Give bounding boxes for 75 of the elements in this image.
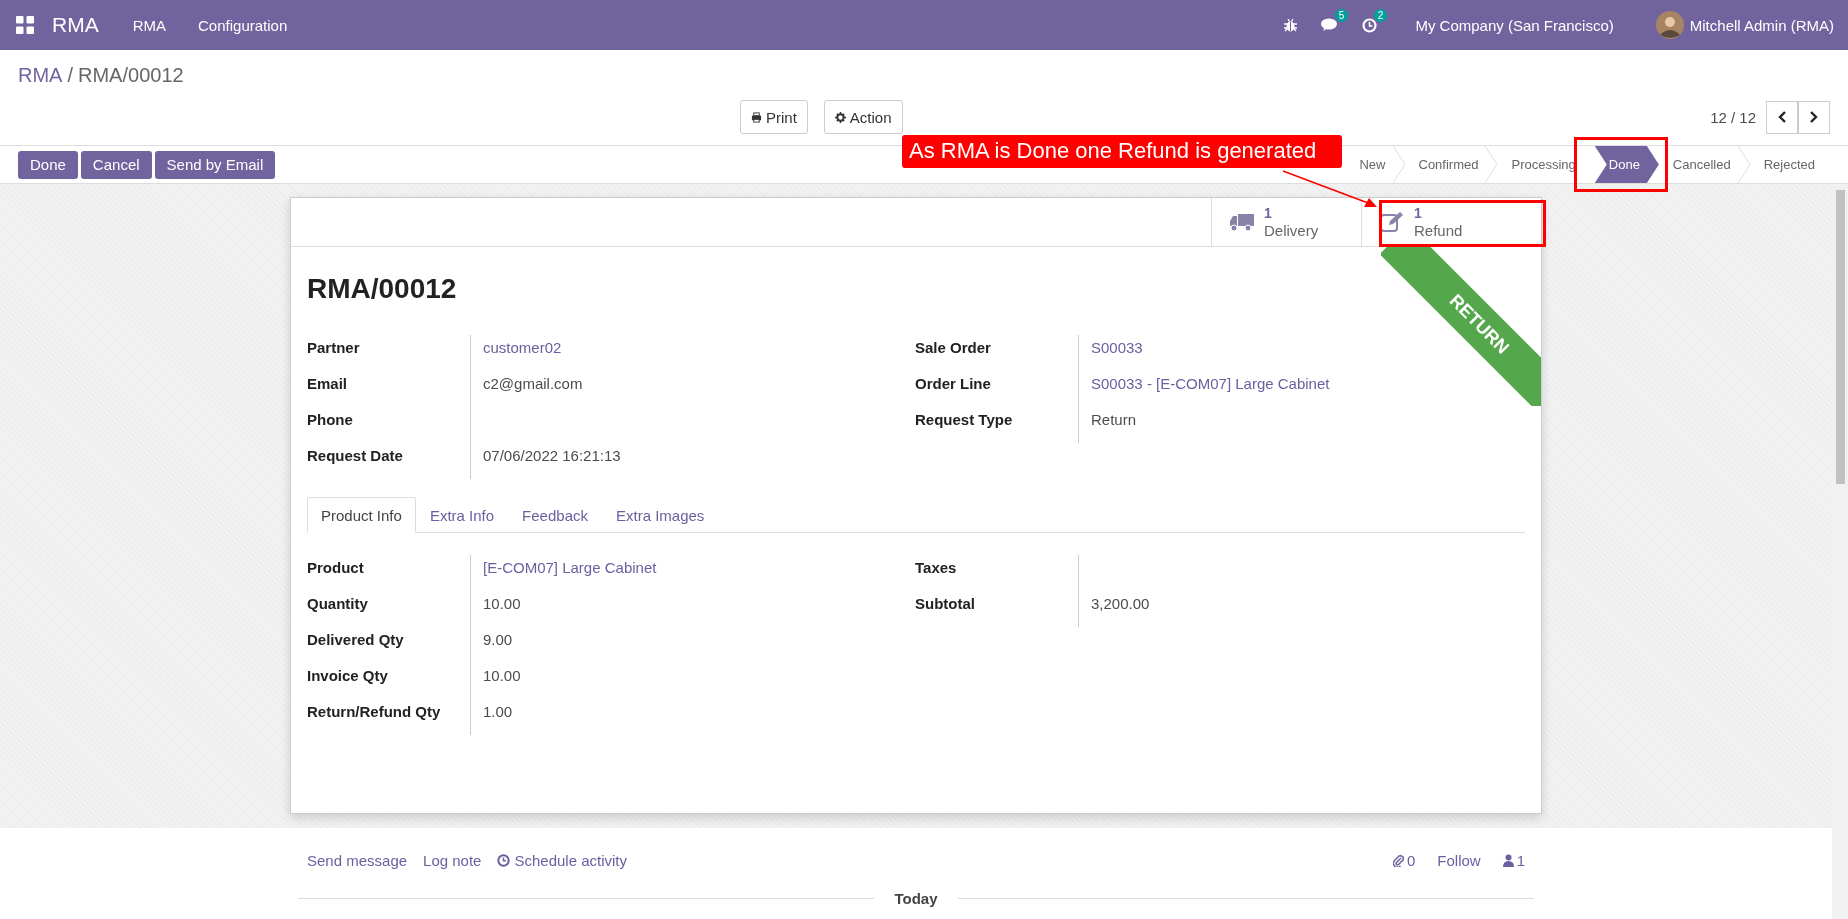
apps-menu-icon[interactable] — [16, 16, 34, 34]
notification-badge: 5 — [1334, 9, 1349, 22]
status-step[interactable]: Done — [1594, 146, 1659, 183]
tab[interactable]: Extra Info — [415, 497, 509, 533]
chevron-right-icon — [1809, 111, 1819, 123]
field-value: 10.00 — [483, 667, 521, 684]
field-label: Product — [307, 558, 365, 578]
field-label: Taxes — [915, 558, 958, 578]
field-value: Return — [1091, 411, 1137, 428]
field-label: Request Type — [915, 410, 1014, 430]
bug-icon[interactable] — [1284, 18, 1298, 32]
action-button[interactable]: Action — [823, 100, 903, 134]
header-button[interactable]: Cancel — [80, 150, 152, 179]
smart-button[interactable]: 1 Delivery — [1211, 198, 1361, 246]
truck-icon — [1230, 212, 1254, 232]
field-link[interactable]: S00033 - [E-COM07] Large Cabinet — [1091, 375, 1330, 392]
header-button[interactable]: Done — [18, 150, 78, 179]
company-switcher[interactable]: My Company (San Francisco) — [1415, 16, 1614, 34]
field-label: Delivered Qty — [307, 630, 405, 650]
next-button[interactable] — [1798, 100, 1830, 134]
field-link[interactable]: customer02 — [483, 339, 562, 356]
breadcrumb-current: RMA/00012 — [78, 64, 184, 87]
field-label: Phone — [307, 410, 354, 430]
pager-value: 12 / 12 — [1710, 108, 1756, 126]
clock-icon[interactable] — [1362, 17, 1378, 33]
field-label: Request Date — [307, 446, 404, 466]
print-button[interactable]: Print — [740, 100, 808, 134]
tab[interactable]: Product Info — [307, 497, 416, 533]
paperclip-icon — [1392, 853, 1404, 867]
field-label: Invoice Qty — [307, 666, 389, 686]
field-value: 10.00 — [483, 595, 521, 612]
status-step[interactable]: Rejected — [1749, 146, 1834, 183]
date-separator: Today — [894, 890, 938, 907]
chatter-action[interactable]: Send message — [307, 851, 408, 869]
clock-icon — [497, 853, 511, 867]
user-icon — [1502, 853, 1514, 867]
field-label: Partner — [307, 338, 361, 358]
field-label: Return/Refund Qty — [307, 702, 442, 722]
edit-icon — [1380, 211, 1404, 233]
field-label: Email — [307, 374, 349, 394]
annotation-callout: As RMA is Done one Refund is generated — [902, 135, 1343, 168]
field-link[interactable]: [E-COM07] Large Cabinet — [483, 559, 657, 576]
field-value: c2@gmail.com — [483, 375, 583, 392]
avatar-icon[interactable] — [1655, 11, 1684, 39]
breadcrumb-link[interactable]: RMA — [18, 64, 63, 87]
menu-item[interactable]: RMA — [132, 16, 166, 34]
previous-button[interactable] — [1766, 100, 1798, 134]
menu-item[interactable]: Configuration — [198, 16, 288, 34]
notification-badge: 2 — [1373, 8, 1388, 22]
chatter-action[interactable]: Log note — [423, 851, 482, 869]
chatter-action[interactable]: Schedule activity — [497, 851, 628, 869]
field-value: 1.00 — [483, 703, 513, 720]
field-value: 07/06/2022 16:21:13 — [483, 447, 621, 464]
app-name[interactable]: RMA — [52, 13, 99, 37]
field-link[interactable]: S00033 — [1091, 339, 1143, 356]
field-label: Sale Order — [915, 338, 992, 358]
breadcrumb-separator: / — [67, 64, 73, 87]
tab[interactable]: Feedback — [508, 497, 602, 533]
tab[interactable]: Extra Images — [601, 497, 719, 533]
chevron-left-icon — [1777, 111, 1787, 123]
chat-icon[interactable] — [1321, 18, 1339, 32]
field-value: 3,200.00 — [1091, 595, 1150, 612]
field-label: Order Line — [915, 374, 992, 394]
followers-button[interactable]: 1 — [1502, 851, 1525, 869]
settings-icon — [834, 111, 846, 123]
status-step[interactable]: Processing — [1497, 146, 1595, 183]
field-label: Quantity — [307, 594, 369, 614]
field-value: 9.00 — [483, 631, 513, 648]
print-icon — [751, 111, 762, 123]
follow-button[interactable]: Follow — [1437, 851, 1481, 869]
attachments-button[interactable]: 0 — [1392, 851, 1416, 869]
scrollbar[interactable] — [1832, 184, 1848, 919]
field-label: Subtotal — [915, 594, 976, 614]
user-menu[interactable]: Mitchell Admin (RMA) — [1689, 16, 1834, 34]
header-button[interactable]: Send by Email — [154, 150, 276, 179]
